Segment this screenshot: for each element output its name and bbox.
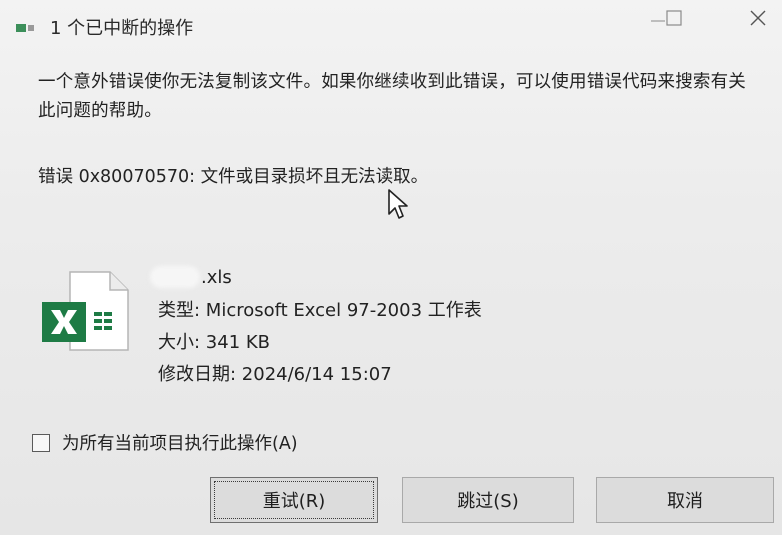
title-bar: 1 个已中断的操作 (0, 0, 782, 46)
excel-file-icon (42, 271, 129, 351)
copy-progress-icon (16, 24, 34, 32)
redacted-filename (150, 266, 200, 288)
file-extension: .xls (201, 266, 232, 288)
error-dialog: 1 个已中断的操作 一个意外错误使你无法复制该文件。如果你继续收到此错误，可以使… (0, 0, 782, 535)
checkbox-label: 为所有当前项目执行此操作(A) (62, 434, 298, 454)
skip-button[interactable]: 跳过(S) (402, 477, 574, 523)
maximize-icon (666, 10, 682, 26)
window-title: 1 个已中断的操作 (50, 18, 194, 39)
close-button[interactable] (738, 4, 778, 32)
close-icon (750, 10, 766, 26)
error-message: 一个意外错误使你无法复制该文件。如果你继续收到此错误，可以使用错误代码来搜索有关… (38, 72, 746, 121)
cancel-button[interactable]: 取消 (596, 477, 774, 523)
error-code-line: 错误 0x80070570: 文件或目录损坏且无法读取。 (38, 167, 429, 187)
file-modified-date: 修改日期: 2024/6/14 15:07 (158, 364, 392, 385)
file-size: 大小: 341 KB (158, 332, 271, 353)
mouse-cursor-icon (388, 189, 408, 219)
file-name: .xls (150, 266, 232, 288)
apply-to-all-checkbox[interactable]: 为所有当前项目执行此操作(A) (32, 430, 298, 455)
file-type: 类型: Microsoft Excel 97-2003 工作表 (158, 300, 482, 321)
checkbox-box[interactable] (32, 433, 50, 452)
retry-button[interactable]: 重试(R) (210, 477, 378, 523)
maximize-button[interactable] (654, 4, 694, 32)
